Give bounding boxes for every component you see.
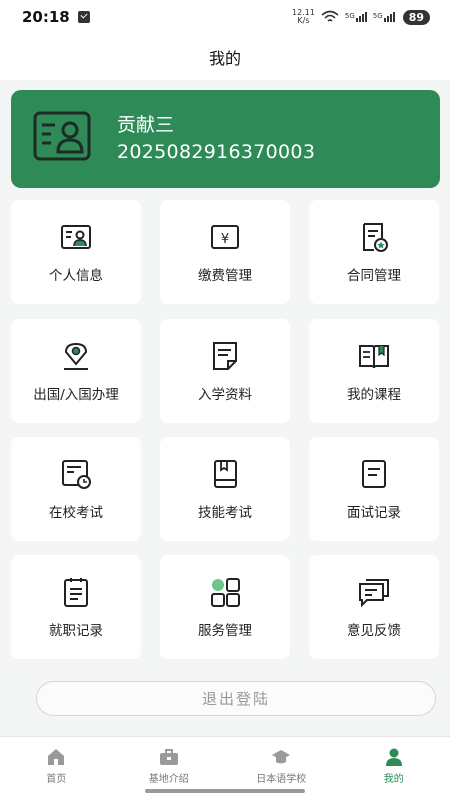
menu-item-enrollment-docs[interactable]: 入学资料: [160, 319, 290, 423]
signal-icon-2: 5G: [373, 12, 395, 22]
menu-item-contract[interactable]: 合同管理: [309, 200, 439, 304]
menu-item-payment[interactable]: ¥ 缴费管理: [160, 200, 290, 304]
menu-item-service-management[interactable]: 服务管理: [160, 555, 290, 659]
menu-item-label: 个人信息: [49, 268, 103, 284]
briefcase-icon: [159, 749, 178, 765]
notification-check-icon: [77, 11, 90, 23]
personal-info-icon: [61, 225, 91, 249]
menu-item-my-courses[interactable]: 我的课程: [309, 319, 439, 423]
menu-item-label: 技能考试: [198, 505, 252, 521]
menu-item-label: 我的课程: [347, 387, 401, 403]
tab-mine[interactable]: 我的: [338, 737, 450, 800]
tab-label: 基地介绍: [148, 774, 189, 785]
profile-card[interactable]: 贡献三 2025082916370003: [11, 90, 440, 188]
profile-info: 贡献三 2025082916370003: [117, 112, 315, 166]
grid-apps-icon: [211, 578, 240, 607]
menu-item-employment-record[interactable]: 就职记录: [11, 555, 141, 659]
status-bar: 20:18 12.11 K/s 5G 5G 89: [0, 0, 450, 34]
tab-label: 首页: [46, 774, 67, 785]
interview-record-icon: [362, 460, 386, 488]
book-icon: [359, 345, 389, 369]
network-speed-unit: K/s: [297, 16, 310, 25]
profile-id: 2025082916370003: [117, 141, 316, 163]
graduation-cap-icon: [272, 750, 291, 764]
logout-button[interactable]: 退出登陆: [36, 681, 436, 716]
location-pin-icon: [64, 342, 88, 370]
tab-home[interactable]: 首页: [0, 737, 113, 800]
menu-item-label: 出国/入国办理: [33, 387, 119, 403]
home-indicator: [145, 789, 305, 793]
profile-name: 贡献三: [117, 114, 175, 136]
home-icon: [48, 749, 65, 765]
status-time: 20:18: [22, 8, 70, 26]
menu-item-label: 入学资料: [198, 387, 252, 403]
feedback-chat-icon: [359, 579, 389, 608]
menu-item-skill-exam[interactable]: 技能考试: [160, 437, 290, 541]
menu-item-personal-info[interactable]: 个人信息: [11, 200, 141, 304]
yen-payment-icon: ¥: [211, 225, 239, 249]
menu-item-immigration[interactable]: 出国/入国办理: [11, 319, 141, 423]
page-title: 我的: [208, 49, 241, 68]
menu-item-school-exam[interactable]: 在校考试: [11, 437, 141, 541]
skill-book-icon: [214, 460, 237, 488]
menu-item-label: 就职记录: [49, 623, 103, 639]
menu-item-feedback[interactable]: 意见反馈: [309, 555, 439, 659]
svg-text:¥: ¥: [221, 232, 229, 247]
signal-icon-1: 5G: [345, 12, 367, 22]
tab-label: 我的: [383, 774, 404, 785]
tab-label: 日本语学校: [256, 774, 307, 785]
menu-item-label: 面试记录: [347, 505, 401, 521]
menu-item-label: 意见反馈: [347, 623, 401, 639]
network-speed: 12.11 K/s: [292, 9, 315, 25]
signal-label-2: 5G: [372, 12, 383, 20]
signal-label-1: 5G: [344, 12, 355, 20]
wifi-icon: [321, 10, 339, 22]
menu-item-label: 缴费管理: [198, 268, 252, 284]
user-icon: [385, 748, 402, 766]
menu-item-label: 服务管理: [198, 623, 252, 639]
battery-indicator: 89: [402, 9, 430, 25]
logout-label: 退出登陆: [201, 690, 270, 708]
page-header: 我的: [0, 34, 450, 80]
document-icon: [213, 342, 237, 370]
contract-icon: [363, 223, 388, 252]
clipboard-icon: [64, 578, 88, 607]
menu-item-label: 在校考试: [49, 505, 103, 521]
exam-clock-icon: [62, 460, 91, 489]
id-card-icon: [33, 111, 91, 161]
menu-item-label: 合同管理: [347, 268, 401, 284]
menu-item-interview-record[interactable]: 面试记录: [309, 437, 439, 541]
